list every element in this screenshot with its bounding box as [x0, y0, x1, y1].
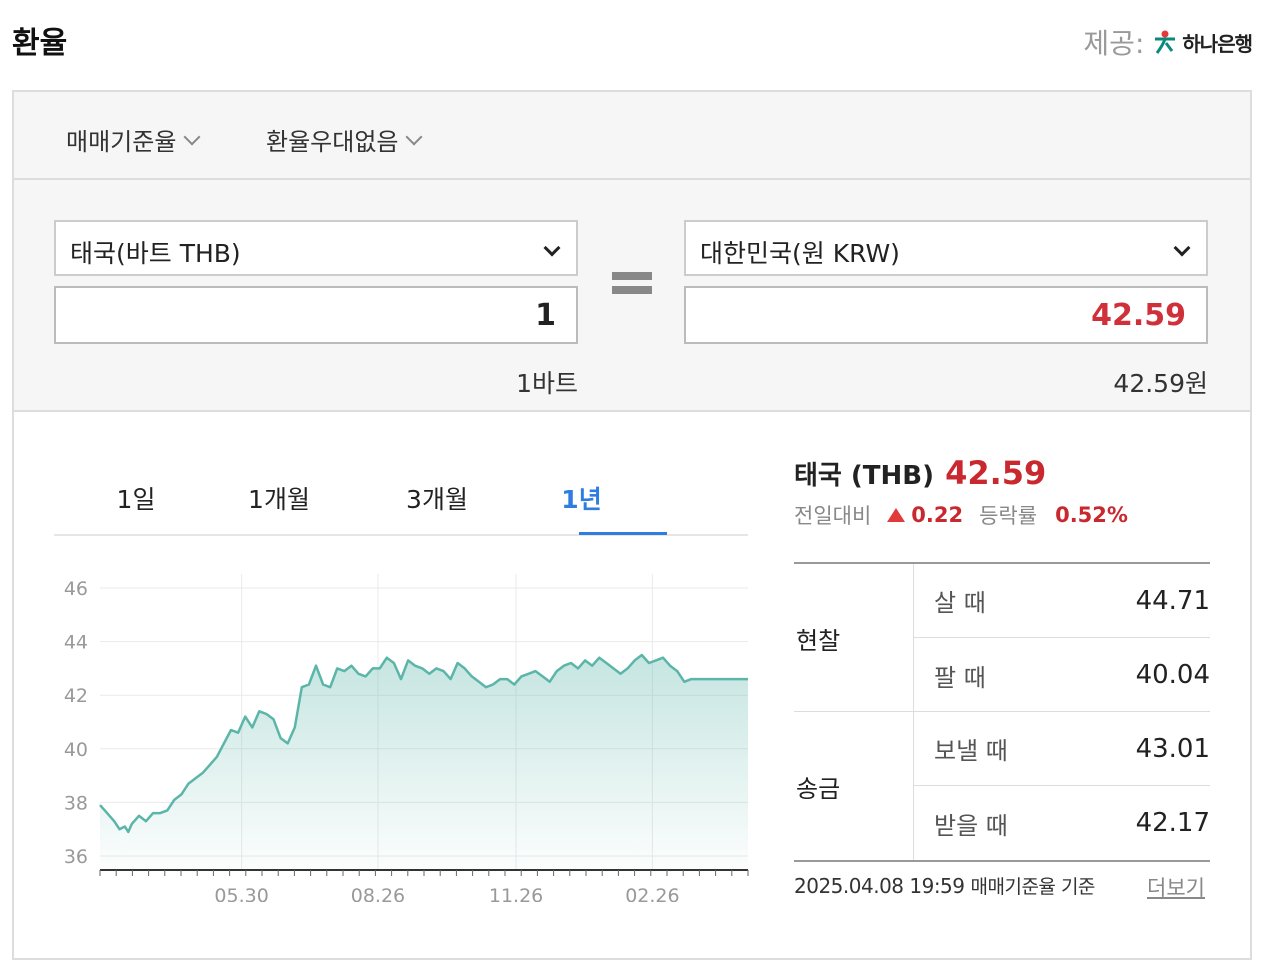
provider: 제공: 하나은행 — [1083, 22, 1253, 62]
period-tabs: 1일 1개월 3개월 1년 — [54, 452, 748, 536]
rate-chart: 36 38 40 42 44 46 05.30 08.26 11.26 02.26 — [64, 574, 749, 902]
tab-3-months[interactable]: 3개월 — [402, 480, 472, 516]
preference-label: 환율우대없음 — [266, 128, 399, 156]
y-tick-label: 46 — [64, 578, 88, 600]
options-bar: 매매기준율 환율우대없음 — [14, 92, 1250, 180]
tab-1-day[interactable]: 1일 — [116, 480, 156, 516]
up-arrow-icon — [887, 508, 906, 522]
from-unit-text: 1바트 — [516, 369, 578, 398]
summary-country: 태국 (THB) — [794, 461, 934, 491]
remit-group: 송금 보낼 때 43.01 받을 때 42.17 — [794, 712, 1210, 860]
rate-change-label: 등락률 — [979, 504, 1038, 528]
hana-bank-icon — [1155, 30, 1176, 54]
active-tab-indicator — [579, 532, 667, 535]
equals-icon — [612, 272, 652, 296]
remit-send-value: 43.01 — [1135, 733, 1210, 764]
more-link[interactable]: 더보기 — [1147, 872, 1205, 902]
provider-label: 제공: — [1083, 27, 1145, 60]
remit-label: 송금 — [794, 712, 914, 860]
summary-rate: 42.59 — [945, 454, 1047, 492]
cash-buy-value: 44.71 — [1135, 585, 1210, 616]
from-currency-select[interactable]: 태국(바트 THB) — [54, 220, 578, 276]
rate-table: 현찰 살 때 44.71 팔 때 40.04 송금 보낼 때 43.01 받을 … — [794, 562, 1210, 862]
converter: 태국(바트 THB) 1 1바트 대한민국(원 KRW) 42.59 42.59… — [14, 180, 1250, 412]
chevron-down-icon — [183, 128, 201, 145]
remit-send-label: 보낼 때 — [934, 737, 1008, 765]
remit-receive-value: 42.17 — [1135, 808, 1210, 838]
y-tick-label: 38 — [64, 792, 88, 814]
table-row: 받을 때 42.17 — [914, 786, 1210, 860]
provider-logo: 하나은행 — [1152, 28, 1253, 57]
preference-dropdown[interactable]: 환율우대없음 — [266, 122, 423, 157]
exchange-panel: 매매기준율 환율우대없음 태국(바트 THB) 1 1바트 대한민국(원 KRW… — [12, 90, 1252, 960]
caret-down-icon — [1173, 239, 1191, 257]
from-currency-label: 태국(바트 THB) — [70, 239, 241, 268]
summary-change: 전일대비 0.22 등락률 0.52% — [794, 500, 1128, 530]
rate-change-value: 0.52% — [1055, 503, 1128, 527]
y-tick-label: 44 — [64, 632, 88, 654]
change-value: 0.22 — [911, 503, 964, 527]
cash-label: 현찰 — [794, 564, 914, 712]
basis-text: 매매기준율 기준 — [970, 876, 1096, 898]
caret-down-icon — [543, 239, 561, 257]
provider-name: 하나은행 — [1182, 31, 1253, 56]
page-title: 환율 — [12, 26, 68, 61]
cash-sell-value: 40.04 — [1135, 660, 1210, 690]
rate-type-dropdown[interactable]: 매매기준율 — [66, 122, 201, 157]
to-currency-label: 대한민국(원 KRW) — [700, 239, 900, 268]
y-tick-label: 36 — [64, 846, 88, 868]
area-fill — [100, 655, 748, 870]
x-tick-label: 05.30 — [214, 885, 268, 902]
chevron-down-icon — [405, 128, 423, 145]
from-amount-input[interactable]: 1 — [54, 286, 578, 344]
tab-1-month[interactable]: 1개월 — [244, 480, 314, 516]
timestamp: 2025.04.08 19:59 — [794, 874, 965, 898]
table-row: 팔 때 40.04 — [914, 638, 1210, 712]
cash-group: 현찰 살 때 44.71 팔 때 40.04 — [794, 564, 1210, 712]
timestamp-note: 2025.04.08 19:59 매매기준율 기준 — [794, 872, 1095, 899]
table-row: 보낼 때 43.01 — [914, 712, 1210, 786]
to-amount-input[interactable]: 42.59 — [684, 286, 1208, 344]
summary-header: 태국 (THB) 42.59 — [794, 454, 1046, 492]
x-tick-label: 02.26 — [625, 885, 679, 902]
remit-receive-label: 받을 때 — [934, 811, 1008, 840]
tab-1-year[interactable]: 1년 — [559, 480, 604, 516]
to-unit-text: 42.59원 — [1113, 369, 1208, 398]
rate-type-label: 매매기준율 — [66, 128, 177, 156]
table-row: 살 때 44.71 — [914, 564, 1210, 638]
to-currency-select[interactable]: 대한민국(원 KRW) — [684, 220, 1208, 276]
y-tick-label: 42 — [64, 685, 88, 707]
x-tick-label: 08.26 — [351, 885, 405, 902]
x-tick-label: 11.26 — [489, 885, 543, 902]
change-label: 전일대비 — [794, 504, 872, 528]
y-tick-label: 40 — [64, 739, 88, 761]
cash-sell-label: 팔 때 — [934, 663, 986, 692]
cash-buy-label: 살 때 — [934, 589, 986, 617]
